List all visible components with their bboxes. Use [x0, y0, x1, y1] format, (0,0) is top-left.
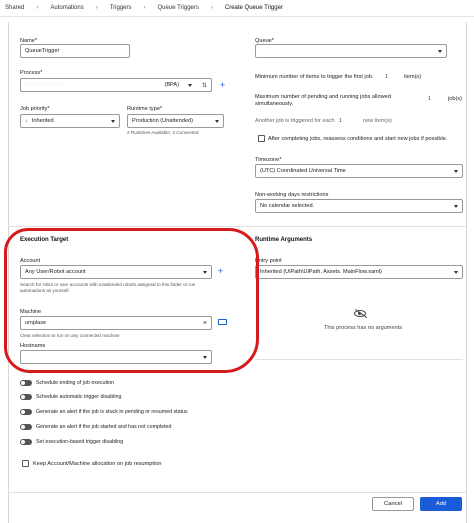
toggle-execution-disable[interactable] — [20, 439, 32, 445]
runtime-type-hint: 2 Runtimes Available, 3 Connected — [127, 130, 199, 135]
runtime-arguments-title: Runtime Arguments — [255, 237, 313, 243]
monitor-icon[interactable] — [218, 319, 227, 325]
reassess-label: After completing jobs, reassess conditio… — [268, 136, 448, 142]
another-job-suffix: new item(s) — [363, 118, 392, 124]
hostname-label: Hostname — [20, 343, 46, 349]
breadcrumb-automations[interactable]: Automations — [50, 5, 83, 11]
hostname-select[interactable] — [20, 350, 212, 364]
account-value: Any User/Robot account — [25, 269, 86, 275]
chevron-down-icon — [111, 119, 115, 123]
chevron-down-icon — [203, 355, 207, 359]
breadcrumb-current: Create Queue Trigger — [224, 5, 283, 11]
min-items-label: Minimum number of items to trigger the f… — [255, 74, 374, 80]
keep-allocation-checkbox[interactable] — [22, 460, 29, 467]
panel-border-right — [466, 22, 467, 523]
chevron-down-icon — [438, 49, 442, 53]
toggle-alert-stuck-label: Generate an alert if the job is stuck in… — [36, 409, 188, 415]
entry-point-label: Entry point — [255, 258, 282, 264]
process-version: (BPA) — [164, 82, 179, 88]
toggle-alert-stuck[interactable] — [20, 409, 32, 415]
non-working-value: No calendar selected. — [260, 203, 315, 209]
account-select[interactable]: Any User/Robot account — [20, 265, 212, 279]
min-items-input[interactable]: 1 — [385, 74, 388, 80]
machine-hint: Clear selection to run on any connected … — [20, 333, 120, 338]
add-button[interactable]: Add — [420, 497, 462, 511]
chevron-down-icon — [215, 119, 219, 123]
timezone-label: Timezone* — [255, 157, 282, 163]
min-items-suffix: item(s) — [404, 74, 422, 80]
toggle-schedule-ending[interactable] — [20, 380, 32, 386]
chevron-right-icon: › — [143, 5, 146, 11]
account-label: Account — [20, 258, 41, 264]
chevron-down-icon — [454, 204, 458, 208]
machine-select[interactable]: umplase × — [20, 316, 212, 330]
cancel-button[interactable]: Cancel — [372, 497, 414, 511]
process-label: Process* — [20, 70, 43, 76]
chevron-right-icon: › — [210, 5, 213, 11]
process-select[interactable]: · · · · · · · · · · · (BPA) ⇅ — [20, 78, 212, 92]
toggle-execution-disable-label: Set execution-based trigger disabling — [36, 439, 124, 445]
chevron-down-icon — [187, 83, 192, 87]
add-process-icon[interactable]: + — [220, 81, 225, 90]
filter-icon[interactable]: ⇅ — [202, 82, 207, 89]
job-priority-label: Job priority* — [20, 106, 50, 112]
breadcrumb-triggers[interactable]: Triggers — [110, 5, 132, 11]
add-account-icon[interactable]: + — [218, 267, 223, 276]
non-working-label: Non-working days restrictions — [255, 192, 329, 198]
account-hint: Search for robot or user accounts with u… — [20, 282, 196, 293]
eye-off-icon — [354, 309, 368, 319]
job-priority-value: Inherited — [31, 118, 54, 124]
max-jobs-suffix: job(s) — [448, 96, 462, 102]
toggle-schedule-ending-label: Schedule ending of job execution — [36, 380, 115, 386]
breadcrumb: Shared › Automations › Triggers › Queue … — [0, 0, 474, 17]
runtime-type-value: Production (Unattended) — [132, 118, 193, 124]
another-job-input[interactable]: 1 — [339, 118, 342, 124]
toggle-alert-not-completed[interactable] — [20, 424, 32, 430]
footer-divider — [9, 492, 466, 493]
priority-arrow-icon: ↓ — [25, 118, 28, 124]
queue-select[interactable] — [255, 44, 447, 58]
process-masked-value: · · · · · · · · · · · — [25, 82, 62, 88]
breadcrumb-shared[interactable]: Shared — [5, 5, 24, 11]
chevron-right-icon: › — [36, 5, 39, 11]
timezone-value: (UTC) Coordinated Universal Time — [260, 168, 346, 174]
breadcrumb-queue-triggers[interactable]: Queue Triggers — [158, 5, 199, 11]
section-divider — [9, 226, 466, 227]
job-priority-select[interactable]: ↓ Inherited — [20, 114, 120, 128]
entry-point-select[interactable]: Inherited (UiPath\UiPath. Assets. MainFl… — [255, 265, 463, 279]
timezone-select[interactable]: (UTC) Coordinated Universal Time — [255, 164, 463, 178]
machine-value: umplase — [25, 320, 47, 326]
keep-allocation-label: Keep Account/Machine allocation on job r… — [33, 461, 162, 467]
chevron-down-icon — [454, 169, 458, 173]
no-arguments-text: This process has no arguments — [324, 325, 403, 331]
entry-point-value: Inherited (UiPath\UiPath. Assets. MainFl… — [260, 269, 382, 275]
another-job-label: Another job is triggered for each — [255, 118, 335, 124]
execution-target-title: Execution Target — [20, 237, 69, 243]
runtime-type-label: Runtime type* — [127, 106, 163, 112]
chevron-right-icon: › — [95, 5, 98, 11]
clear-icon[interactable]: × — [203, 320, 207, 327]
chevron-down-icon — [454, 270, 458, 274]
runtime-type-select[interactable]: Production (Unattended) — [127, 114, 224, 128]
max-jobs-label: Maximum number of pending and running jo… — [255, 94, 391, 107]
toggle-auto-disable[interactable] — [20, 394, 32, 400]
toggle-alert-not-completed-label: Generate an alert if the job started and… — [36, 424, 172, 430]
chevron-down-icon — [203, 270, 207, 274]
toggle-auto-disable-label: Schedule automatic trigger disabling — [36, 394, 122, 400]
runtime-args-divider — [255, 359, 463, 360]
name-value: QueueTrigger — [25, 48, 60, 54]
non-working-select[interactable]: No calendar selected. — [255, 199, 463, 213]
max-jobs-input[interactable]: 1 — [428, 96, 431, 102]
name-input[interactable]: QueueTrigger — [20, 44, 130, 58]
panel-border-left — [8, 22, 9, 523]
machine-label: Machine — [20, 309, 42, 315]
reassess-checkbox[interactable] — [258, 135, 265, 142]
